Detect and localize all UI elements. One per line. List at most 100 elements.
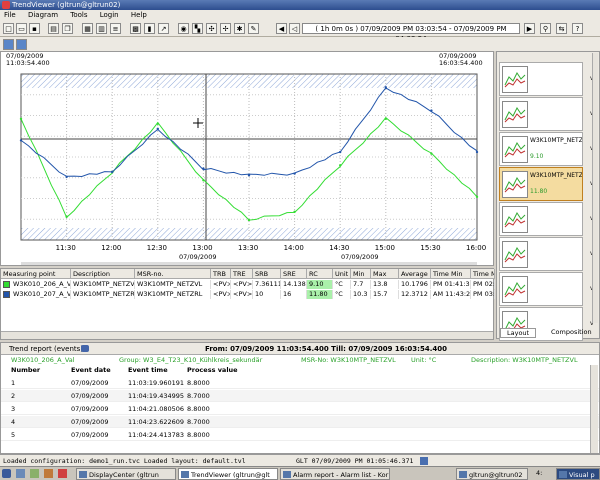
column-header[interactable]: Description [71, 269, 135, 279]
table-cell: W3K010_206_A_Val [13, 280, 71, 289]
grid-icon[interactable]: ▩ [130, 23, 141, 34]
thumbnail-value: 9.10 [530, 153, 544, 160]
new-icon[interactable]: □ [3, 23, 14, 34]
chart-plot[interactable]: 11:30 12:00 12:30 13:00 13:30 14:00 14:30 15:00… [1, 68, 493, 266]
column-header[interactable]: TRE [231, 269, 253, 279]
tools-icon[interactable]: ✎ [248, 23, 259, 34]
bars-icon[interactable]: ▮ [144, 23, 155, 34]
measurement-table: Measuring point Description MSR-no. TRB TRE S… [0, 268, 495, 340]
data-point [19, 139, 23, 142]
table-cell: 9.10 [307, 280, 333, 289]
cursor-icon[interactable]: ✣ [206, 23, 217, 34]
event-cell: 8.8000 [187, 431, 210, 439]
tab-layout[interactable]: Layout [500, 328, 537, 338]
diagram-thumbnail[interactable]: v [499, 202, 594, 236]
panel-scrollbar[interactable] [592, 53, 598, 323]
forward-icon[interactable]: ▶ [524, 23, 535, 34]
settings-icon[interactable]: ✱ [234, 23, 245, 34]
connect-icon[interactable]: ⇆ [556, 23, 567, 34]
column-header[interactable]: MSR-no. [135, 269, 211, 279]
menu-login[interactable]: Login [100, 11, 119, 19]
print-icon[interactable]: ▤ [48, 23, 59, 34]
event-row[interactable]: 3 07/09/2009 11:04:21.080506 8.8000 [1, 403, 599, 415]
column-header[interactable]: Max [371, 269, 399, 279]
palette-icon[interactable]: ▚ [192, 23, 203, 34]
trend-icon[interactable]: ↗ [158, 23, 169, 34]
thumbnail-name: W3K10MTP_NETZVL [530, 137, 582, 144]
data-point [202, 167, 205, 170]
diagram-thumbnail[interactable]: v [499, 272, 594, 306]
series-color-swatch[interactable] [3, 281, 10, 288]
event-row[interactable]: 1 07/09/2009 11:03:19.960191 8.8000 [1, 377, 599, 389]
status-icon[interactable] [420, 457, 428, 465]
event-row[interactable]: 4 07/09/2009 11:04:23.622609 8.7000 [1, 416, 599, 428]
task-alarm-report[interactable]: Alarm report - Alarm list - Kor [280, 468, 390, 480]
data-point [293, 172, 296, 175]
time-range-field[interactable]: ( 1h 0m 0s ) 07/09/2009 PM 03:03:54 - 07… [302, 23, 520, 43]
table-cell: W3K10MTP_NETZVL [73, 280, 135, 289]
chart-icon[interactable]: ▦ [82, 23, 93, 34]
column-header[interactable]: TRB [211, 269, 231, 279]
save-icon[interactable]: ▪ [29, 23, 40, 34]
start-time: 11:03:54.400 [6, 59, 50, 67]
diagram-thumbnail[interactable]: v [499, 97, 594, 131]
event-cell: 5 [11, 431, 16, 439]
column-header[interactable]: Measuring point [1, 269, 71, 279]
layout-icon[interactable] [3, 39, 14, 50]
color-icon[interactable]: ◉ [178, 23, 189, 34]
help-icon[interactable]: ? [572, 23, 583, 34]
task-trendviewer[interactable]: TrendViewer (gltrun@glt [178, 468, 278, 480]
event-row[interactable]: 5 07/09/2009 11:04:24.413783 8.8000 [1, 429, 599, 441]
tab-composition[interactable]: Composition [548, 328, 595, 336]
trend-thumbnail-icon [502, 276, 528, 303]
menu-file[interactable]: File [4, 11, 16, 19]
task-displaycenter[interactable]: DisplayCenter (gltrun [76, 468, 176, 480]
launcher-icon[interactable] [44, 469, 53, 478]
column-header[interactable]: Unit [333, 269, 351, 279]
diagram-thumbnail[interactable]: v [499, 237, 594, 271]
window-icon[interactable] [16, 39, 27, 50]
event-row[interactable]: 2 07/09/2009 11:04:19.434995 8.7000 [1, 390, 599, 402]
task-visual[interactable]: Visual p [556, 468, 600, 480]
series-color-swatch[interactable] [3, 291, 10, 298]
launcher-icon[interactable] [58, 469, 67, 478]
report-icon[interactable] [81, 345, 89, 352]
event-cell: 07/09/2009 [71, 392, 109, 400]
column-header[interactable]: RC [307, 269, 333, 279]
diagram-thumbnail[interactable]: W3K10MTP_NETZVL9.10v [499, 132, 594, 166]
table-cell: 16 [281, 290, 307, 299]
event-cell: 2 [11, 392, 16, 400]
column-header[interactable]: Time Min [431, 269, 471, 279]
table-h-scrollbar[interactable] [1, 331, 493, 339]
start-icon[interactable] [2, 469, 11, 478]
trend-chart[interactable]: 07/09/2009 11:03:54.400 07/09/2009 16:03… [0, 51, 494, 266]
zoom-icon[interactable]: ✢ [220, 23, 231, 34]
list-icon[interactable]: ≡ [110, 23, 121, 34]
x-date-label: 07/09/2009 [179, 253, 216, 261]
copy-icon[interactable]: ❐ [62, 23, 73, 34]
search-icon[interactable]: ⚲ [540, 23, 551, 34]
task-terminal[interactable]: gltrun@gltrun02 [456, 468, 528, 480]
events-scrollbar[interactable] [590, 365, 598, 453]
diagram-thumbnail[interactable]: W3K10MTP_NETZRL11.80v [499, 167, 594, 201]
column-header[interactable]: SRB [253, 269, 281, 279]
launcher-icon[interactable] [30, 469, 39, 478]
launcher-icon[interactable] [16, 469, 25, 478]
menu-tools[interactable]: Tools [70, 11, 87, 19]
open-icon[interactable]: ▭ [16, 23, 27, 34]
status-bar: Loaded configuration: demo1_run.tvc Load… [0, 454, 600, 466]
events-description: Description: W3K10MTP_NETZVL [471, 356, 578, 364]
menu-help[interactable]: Help [131, 11, 147, 19]
events-group: Group: W3_E4_T23_K10_Kühlkreis_sekundär [119, 356, 263, 364]
menu-diagram[interactable]: Diagram [28, 11, 58, 19]
table-icon[interactable]: ▥ [96, 23, 107, 34]
data-point [430, 109, 433, 112]
step-back-icon[interactable]: ◁ [289, 23, 300, 34]
column-header[interactable]: SRE [281, 269, 307, 279]
event-cell: 8.8000 [187, 405, 210, 413]
back-icon[interactable]: ◀ [276, 23, 287, 34]
column-header[interactable]: Time M [471, 269, 495, 279]
diagram-thumbnail[interactable]: v [499, 62, 594, 96]
column-header[interactable]: Average [399, 269, 431, 279]
column-header[interactable]: Min [351, 269, 371, 279]
